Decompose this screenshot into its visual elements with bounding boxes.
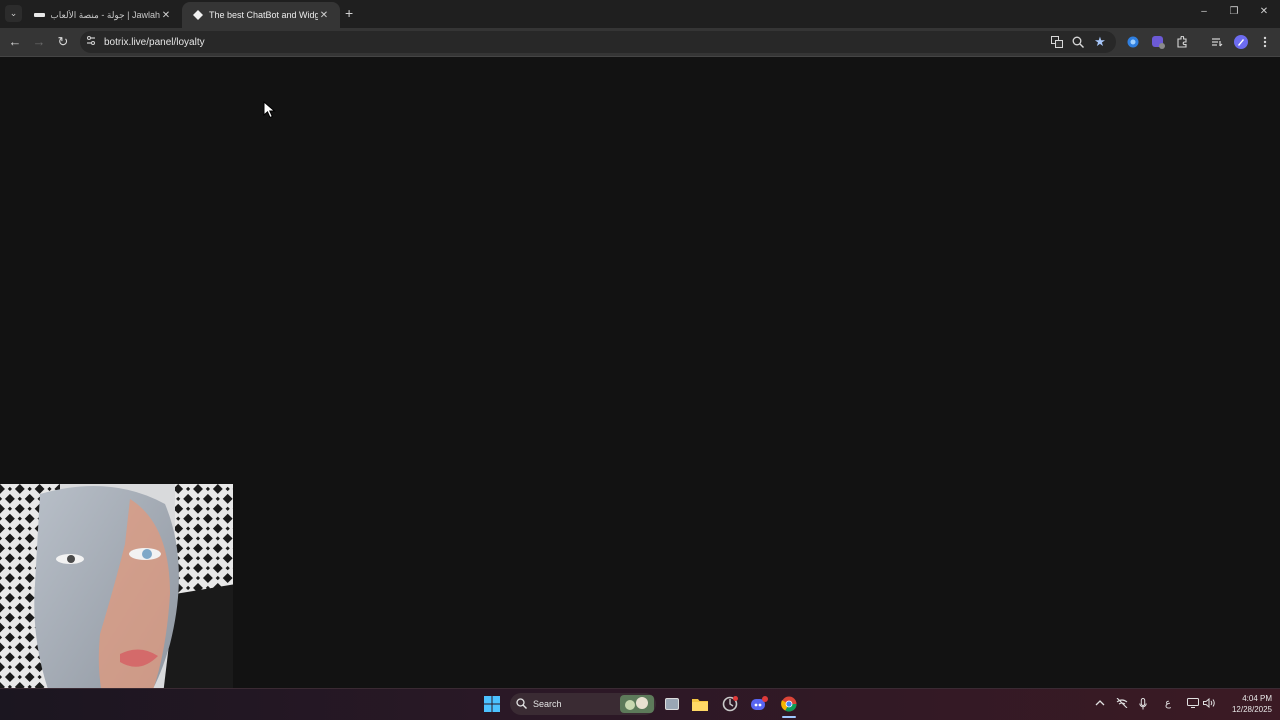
taskbar-search-label: Search <box>533 699 562 709</box>
volume-icon[interactable] <box>1203 697 1216 711</box>
zoom-icon[interactable] <box>1071 35 1085 49</box>
extension-icon[interactable] <box>1126 35 1140 49</box>
reading-list-icon[interactable] <box>1210 35 1224 49</box>
webcam-overlay <box>0 484 236 720</box>
botrix-favicon-icon <box>192 10 203 21</box>
tab-botrix[interactable]: The best ChatBot and Widgets ✕ <box>182 2 340 28</box>
tab-title: The best ChatBot and Widgets <box>209 10 318 20</box>
task-view-icon[interactable] <box>662 694 682 714</box>
forward-button[interactable]: → <box>31 34 47 50</box>
window-close-button[interactable]: ✕ <box>1257 6 1271 17</box>
search-icon <box>516 698 527 709</box>
bookmark-star-icon[interactable]: ★ <box>1093 34 1107 49</box>
tab-title: Jawlah | جولة - منصة الألعاب الت <box>51 9 160 20</box>
tab-jawlah[interactable]: Jawlah | جولة - منصة الألعاب الت ✕ <box>24 2 182 28</box>
app-icon[interactable] <box>720 694 740 714</box>
site-info-icon[interactable] <box>86 35 96 47</box>
tab-search-button[interactable]: ⌄ <box>5 5 22 22</box>
discord-icon[interactable] <box>749 694 769 714</box>
search-highlight-image <box>620 695 654 713</box>
file-explorer-icon[interactable] <box>690 694 710 714</box>
profile-avatar-icon[interactable] <box>1234 35 1248 49</box>
microphone-icon[interactable] <box>1139 698 1147 713</box>
maximize-button[interactable]: ❐ <box>1227 6 1241 17</box>
url-text[interactable]: botrix.live/panel/loyalty <box>104 37 205 48</box>
network-off-icon[interactable] <box>1116 697 1128 711</box>
menu-icon[interactable] <box>1258 35 1272 49</box>
new-tab-button[interactable]: + <box>345 6 353 20</box>
show-hidden-icons-button[interactable] <box>1095 698 1105 709</box>
display-icon[interactable] <box>1187 698 1199 711</box>
translate-icon[interactable] <box>1050 35 1064 49</box>
tab-close-button[interactable]: ✕ <box>160 10 172 21</box>
windows-start-icon[interactable] <box>482 694 502 714</box>
webcam-image <box>0 484 236 720</box>
active-app-indicator <box>782 716 796 718</box>
clock-time: 4:04 PM <box>1242 694 1272 703</box>
extensions-puzzle-icon[interactable] <box>1175 35 1189 49</box>
tab-close-button[interactable]: ✕ <box>318 10 330 21</box>
jawlah-favicon-icon <box>34 10 45 21</box>
back-button[interactable]: ← <box>7 34 23 50</box>
extension-icon[interactable] <box>1151 35 1165 49</box>
keyboard-layout-indicator[interactable]: ع <box>1165 698 1171 709</box>
chrome-icon[interactable] <box>779 694 799 714</box>
minimize-button[interactable]: – <box>1197 6 1211 17</box>
mouse-cursor-icon <box>263 101 276 119</box>
system-clock[interactable]: 4:04 PM 12/28/2025 <box>1222 693 1272 715</box>
clock-date: 12/28/2025 <box>1231 705 1272 714</box>
reload-button[interactable]: ↻ <box>55 34 71 50</box>
address-bar[interactable] <box>80 31 1116 53</box>
